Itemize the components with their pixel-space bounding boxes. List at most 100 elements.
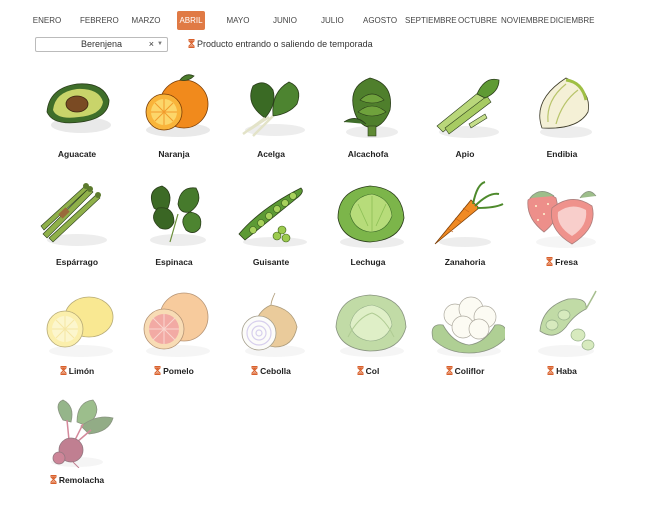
product-name: Fresa [514, 257, 610, 267]
product-name: Col [320, 366, 416, 376]
product-card[interactable]: Coliflor [417, 287, 513, 392]
broad-bean-icon [522, 287, 602, 359]
month-tab-noviembre[interactable]: NOVIEMBRE [501, 11, 549, 30]
hourglass-icon [357, 366, 364, 375]
hourglass-icon [154, 366, 161, 375]
season-legend-text: Producto entrando o saliendo de temporad… [197, 39, 373, 49]
product-card[interactable]: Cebolla [223, 287, 319, 392]
product-name-label: Endibia [546, 149, 578, 159]
product-card[interactable]: Espárrago [29, 178, 125, 283]
cauliflower-icon [425, 287, 507, 359]
product-card[interactable]: Haba [514, 287, 610, 392]
product-name-label: Acelga [257, 149, 285, 159]
product-card[interactable]: Limón [29, 287, 125, 392]
product-card[interactable]: Endibia [514, 70, 610, 175]
cabbage-icon [328, 287, 408, 359]
product-name-label: Apio [455, 149, 475, 159]
strawberry-icon [522, 178, 602, 250]
product-name: Limón [29, 366, 125, 376]
month-tab-mayo[interactable]: MAYO [226, 11, 250, 30]
product-name: Guisante [223, 257, 319, 267]
product-name-label: Remolacha [58, 475, 105, 485]
product-name-label: Pomelo [163, 366, 194, 376]
product-name: Acelga [223, 149, 319, 159]
product-name: Apio [417, 149, 513, 159]
month-tab-marzo[interactable]: MARZO [129, 11, 163, 30]
product-card[interactable]: Pomelo [126, 287, 222, 392]
artichoke-icon [328, 70, 408, 142]
product-name: Aguacate [29, 149, 125, 159]
product-select-value: Berenjena [80, 39, 123, 49]
product-card[interactable]: Fresa [514, 178, 610, 283]
hourglass-icon [50, 475, 57, 484]
hourglass-icon [251, 366, 258, 375]
month-tab-octubre[interactable]: OCTUBRE [458, 11, 497, 30]
product-card[interactable]: Col [320, 287, 416, 392]
product-card[interactable]: Apio [417, 70, 513, 175]
asparagus-icon [37, 178, 117, 250]
product-name: Pomelo [126, 366, 222, 376]
product-name-label: Cebolla [260, 366, 291, 376]
product-card[interactable]: Espinaca [126, 178, 222, 283]
beet-icon [37, 396, 117, 469]
product-name-label: Guisante [252, 257, 290, 267]
product-name-label: Col [365, 366, 380, 376]
hourglass-icon [546, 257, 553, 266]
product-name-label: Haba [556, 366, 577, 376]
product-name: Haba [514, 366, 610, 376]
product-name: Alcachofa [320, 149, 416, 159]
product-name-label: Fresa [555, 257, 578, 267]
hourglass-icon [547, 366, 554, 375]
spinach-icon [134, 178, 214, 250]
product-name-label: Limón [68, 366, 95, 376]
product-select[interactable]: Berenjena × ▼ [35, 37, 168, 52]
month-tab-febrero[interactable]: FEBRERO [80, 11, 119, 30]
lemon-icon [37, 287, 117, 359]
avocado-icon [37, 70, 117, 142]
product-card[interactable]: Alcachofa [320, 70, 416, 175]
product-name: Espinaca [126, 257, 222, 267]
month-tab-agosto[interactable]: AGOSTO [363, 11, 397, 30]
grapefruit-icon [134, 287, 214, 359]
product-card[interactable]: Naranja [126, 70, 222, 175]
product-name: Lechuga [320, 257, 416, 267]
product-name-label: Aguacate [57, 149, 97, 159]
product-card[interactable]: Guisante [223, 178, 319, 283]
hourglass-icon [188, 39, 195, 48]
orange-icon [134, 70, 214, 142]
celery-icon [425, 70, 505, 142]
product-card[interactable]: Acelga [223, 70, 319, 175]
product-name: Zanahoria [417, 257, 513, 267]
product-name-label: Espárrago [55, 257, 99, 267]
onion-icon [231, 287, 311, 359]
pea-icon [231, 178, 311, 250]
product-name: Espárrago [29, 257, 125, 267]
month-tab-enero[interactable]: ENERO [30, 11, 64, 30]
month-tab-junio[interactable]: JUNIO [273, 11, 297, 30]
lettuce-icon [328, 178, 408, 250]
product-name: Naranja [126, 149, 222, 159]
product-name-label: Zanahoria [444, 257, 486, 267]
product-name-label: Alcachofa [347, 149, 389, 159]
product-name-label: Lechuga [350, 257, 386, 267]
month-tab-septiembre[interactable]: SEPTIEMBRE [405, 11, 457, 30]
product-name: Cebolla [223, 366, 319, 376]
clear-icon[interactable]: × [149, 38, 154, 51]
product-card[interactable]: Aguacate [29, 70, 125, 175]
month-tab-julio[interactable]: JULIO [321, 11, 344, 30]
chevron-down-icon[interactable]: ▼ [157, 38, 163, 51]
hourglass-icon [446, 366, 453, 375]
month-tab-abril[interactable]: ABRIL [177, 11, 205, 30]
hourglass-icon [60, 366, 67, 375]
product-card[interactable]: Remolacha [29, 396, 125, 501]
product-name-label: Coliflor [454, 366, 485, 376]
month-tab-diciembre[interactable]: DICIEMBRE [550, 11, 594, 30]
carrot-icon [425, 178, 505, 250]
product-name: Remolacha [29, 475, 125, 485]
product-name: Coliflor [417, 366, 513, 376]
product-card[interactable]: Zanahoria [417, 178, 513, 283]
chard-icon [231, 70, 311, 142]
product-card[interactable]: Lechuga [320, 178, 416, 283]
product-name-label: Naranja [158, 149, 190, 159]
endive-icon [522, 70, 602, 142]
